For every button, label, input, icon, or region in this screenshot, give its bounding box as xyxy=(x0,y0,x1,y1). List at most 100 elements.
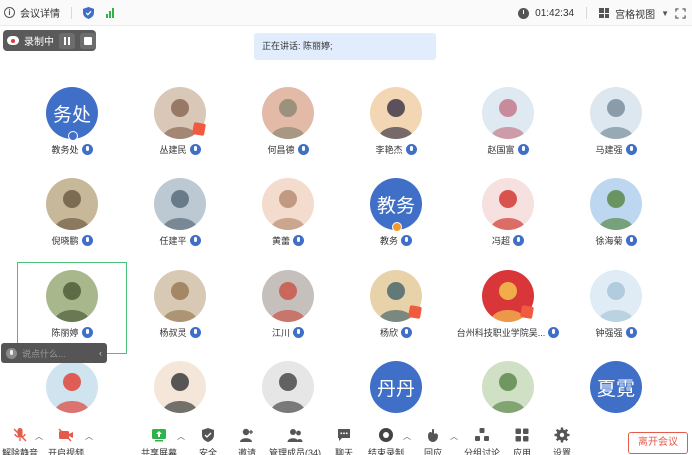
invite-button[interactable]: 邀请 xyxy=(225,427,269,455)
participant-tile[interactable]: 杨叔灵 xyxy=(125,270,235,356)
chevron-up-icon[interactable]: ︿ xyxy=(450,431,458,442)
chevron-up-icon[interactable]: ︿ xyxy=(403,431,411,442)
avatar-text[interactable]: 丹丹 xyxy=(370,361,422,413)
mic-icon xyxy=(401,235,412,246)
chat-input[interactable]: 说点什么... ‹ xyxy=(1,343,107,363)
meeting-details-link[interactable]: 会议详情 xyxy=(20,5,60,20)
participant-tile[interactable]: 钟强强 xyxy=(561,270,671,356)
mic-icon xyxy=(189,235,201,246)
reaction-icon xyxy=(428,428,438,442)
apps-icon xyxy=(515,428,529,442)
shield-icon[interactable] xyxy=(83,6,94,19)
avatar[interactable] xyxy=(154,178,206,230)
participant-name: 赵国富 xyxy=(487,145,515,155)
pause-recording-button[interactable] xyxy=(59,32,75,49)
security-button[interactable]: 安全 xyxy=(186,427,230,455)
participant-tile[interactable]: 马建强 xyxy=(561,87,671,173)
info-icon[interactable]: i xyxy=(4,7,15,18)
avatar[interactable] xyxy=(154,361,206,413)
participant-tile[interactable]: 丛建民 xyxy=(125,87,235,173)
chevron-up-icon[interactable]: ︿ xyxy=(177,431,185,442)
chevron-down-icon[interactable]: ▼ xyxy=(661,9,669,18)
participant-tile[interactable]: 教务 教务 xyxy=(341,178,451,264)
participant-tile[interactable]: 何昌德 xyxy=(233,87,343,173)
participant-name: 任建平 xyxy=(159,236,187,246)
reactions-button[interactable]: 回应 xyxy=(411,427,455,455)
participant-tile[interactable]: 倪晓鹏 xyxy=(17,178,127,264)
mic-icon xyxy=(548,327,560,338)
grid-view-icon[interactable] xyxy=(599,8,610,18)
participant-tile[interactable]: 务处 教务处 xyxy=(17,87,127,173)
participant-name-row: 教务处 xyxy=(17,143,127,156)
participant-tile[interactable]: 赵国富 xyxy=(453,87,563,173)
mic-icon xyxy=(625,144,637,155)
avatar[interactable] xyxy=(590,178,642,230)
avatar[interactable] xyxy=(262,87,314,139)
avatar[interactable] xyxy=(262,178,314,230)
stop-icon xyxy=(84,36,92,45)
mic-icon xyxy=(517,144,529,155)
participant-tile[interactable]: 冯超 xyxy=(453,178,563,264)
participant-name-row: 何昌德 xyxy=(233,143,343,156)
end-recording-button[interactable]: 结束录制 xyxy=(364,427,408,455)
participant-name-row: 江川 xyxy=(233,326,343,339)
avatar[interactable] xyxy=(482,87,534,139)
avatar[interactable] xyxy=(482,361,534,413)
participant-tile[interactable]: 李艳杰 xyxy=(341,87,451,173)
sharing-badge xyxy=(192,122,206,136)
manage-members-button[interactable]: 管理成员(34) xyxy=(269,427,321,455)
breakout-button[interactable]: 分组讨论 xyxy=(460,427,504,455)
invite-label: 邀请 xyxy=(237,448,256,455)
fullscreen-icon[interactable] xyxy=(675,7,686,19)
chat-button[interactable]: 聊天 xyxy=(322,427,366,455)
chevron-up-icon[interactable]: ︿ xyxy=(85,431,93,442)
avatar[interactable] xyxy=(590,270,642,322)
members-icon xyxy=(287,429,303,442)
mic-icon xyxy=(297,144,309,155)
reactions-label: 回应 xyxy=(423,448,442,455)
avatar[interactable] xyxy=(262,270,314,322)
mic-muted-icon xyxy=(13,428,27,442)
avatar[interactable] xyxy=(46,361,98,413)
participant-tile[interactable]: 江川 xyxy=(233,270,343,356)
participant-tile[interactable]: 黄蕾 xyxy=(233,178,343,264)
leave-meeting-button[interactable]: 离开会议 xyxy=(628,432,688,454)
selected-participant-frame xyxy=(17,262,127,354)
avatar[interactable] xyxy=(482,178,534,230)
share-screen-label: 共享屏幕 xyxy=(140,448,177,455)
breakout-label: 分组讨论 xyxy=(463,448,500,455)
chevron-left-icon[interactable]: ‹ xyxy=(99,348,102,358)
mic-icon xyxy=(513,235,524,246)
divider xyxy=(71,6,72,19)
apps-button[interactable]: 应用 xyxy=(500,427,544,455)
avatar[interactable] xyxy=(370,87,422,139)
stop-recording-button[interactable] xyxy=(80,32,96,49)
participant-name: 江川 xyxy=(271,328,290,338)
share-screen-button[interactable]: 共享屏幕 xyxy=(137,427,181,455)
avatar-text[interactable]: 夏霓 xyxy=(590,361,642,413)
participant-name: 教务 xyxy=(379,236,398,246)
end-recording-label: 结束录制 xyxy=(367,448,404,455)
chat-placeholder[interactable]: 说点什么... xyxy=(22,347,94,360)
avatar[interactable] xyxy=(590,87,642,139)
avatar[interactable] xyxy=(262,361,314,413)
participant-tile[interactable]: 杨欣 xyxy=(341,270,451,356)
chevron-up-icon[interactable]: ︿ xyxy=(35,431,43,442)
mic-icon[interactable] xyxy=(6,347,17,359)
view-mode-select[interactable]: 宫格视图 xyxy=(615,6,655,21)
host-badge xyxy=(68,131,78,141)
mic-icon xyxy=(189,144,201,155)
participant-tile[interactable]: 徐海菊 xyxy=(561,178,671,264)
avatar[interactable] xyxy=(154,270,206,322)
participant-tile[interactable]: 台州科技职业学院吴... xyxy=(453,270,563,356)
settings-button[interactable]: 设置 xyxy=(540,427,584,455)
participant-tile[interactable]: 任建平 xyxy=(125,178,235,264)
mic-icon xyxy=(189,327,201,338)
network-signal-icon[interactable] xyxy=(106,7,114,18)
pause-icon xyxy=(64,36,70,45)
divider xyxy=(586,7,588,19)
chat-label: 聊天 xyxy=(334,448,353,455)
avatar[interactable] xyxy=(46,178,98,230)
add-user-icon xyxy=(240,428,253,442)
start-video-button[interactable]: 开启视频 xyxy=(44,427,88,455)
